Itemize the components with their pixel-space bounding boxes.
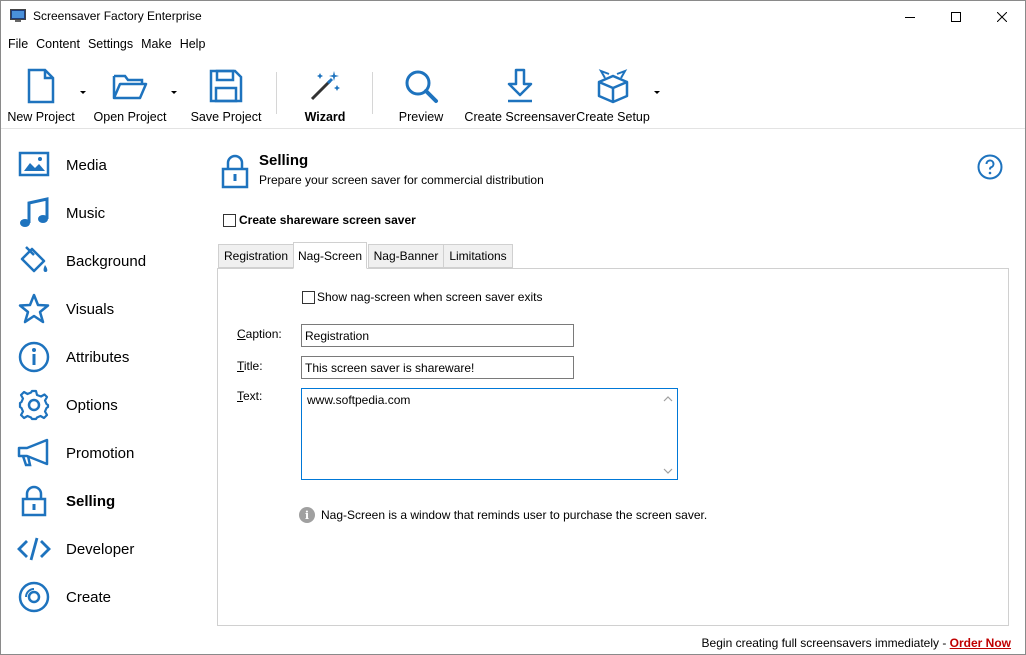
minimize-button[interactable] bbox=[887, 1, 933, 32]
sidebar-nav: Media Music Background Visuals Attribute… bbox=[1, 129, 206, 629]
preview-button[interactable]: Preview bbox=[398, 66, 444, 128]
open-project-button[interactable]: Open Project bbox=[94, 66, 166, 128]
chevron-down-icon[interactable] bbox=[79, 89, 87, 97]
sidebar-item-options[interactable]: Options bbox=[1, 381, 206, 429]
sidebar-item-media[interactable]: Media bbox=[1, 141, 206, 189]
lock-icon bbox=[17, 484, 51, 518]
menu-help[interactable]: Help bbox=[176, 35, 210, 53]
music-note-icon bbox=[17, 196, 51, 230]
maximize-button[interactable] bbox=[933, 1, 979, 32]
tab-registration[interactable]: Registration bbox=[218, 244, 294, 268]
close-button[interactable] bbox=[979, 1, 1025, 32]
download-arrow-icon bbox=[500, 66, 540, 106]
title-bar[interactable]: Screensaver Factory Enterprise bbox=[1, 1, 1025, 32]
folder-open-icon bbox=[110, 66, 150, 106]
create-setup-button[interactable]: Create Setup bbox=[576, 66, 650, 128]
close-icon bbox=[997, 11, 1007, 22]
info-circle-icon bbox=[17, 340, 51, 374]
window-title: Screensaver Factory Enterprise bbox=[33, 9, 202, 23]
app-icon bbox=[10, 9, 26, 22]
page-subtitle: Prepare your screen saver for commercial… bbox=[259, 173, 544, 187]
sidebar-item-promotion[interactable]: Promotion bbox=[1, 429, 206, 477]
shareware-checkbox-label[interactable]: Create shareware screen saver bbox=[239, 213, 416, 227]
text-label: Text: bbox=[237, 389, 263, 403]
menu-bar: File Content Settings Make Help bbox=[1, 32, 1025, 56]
menu-settings[interactable]: Settings bbox=[84, 35, 137, 53]
save-project-button[interactable]: Save Project bbox=[191, 66, 261, 128]
magic-wand-icon bbox=[305, 66, 345, 106]
caption-label: Caption: bbox=[237, 327, 282, 341]
footer-promo: Begin creating full screensavers immedia… bbox=[701, 636, 1011, 650]
caption-input[interactable]: Registration bbox=[301, 324, 574, 347]
title-input[interactable]: This screen saver is shareware! bbox=[301, 356, 574, 379]
image-icon bbox=[17, 148, 51, 182]
floppy-disk-icon bbox=[206, 66, 246, 106]
minimize-icon bbox=[905, 16, 915, 18]
toolbar-separator bbox=[372, 72, 373, 114]
create-screensaver-button[interactable]: Create Screensaver bbox=[464, 66, 576, 128]
package-box-icon bbox=[593, 66, 633, 106]
sidebar-item-music[interactable]: Music bbox=[1, 189, 206, 237]
show-nag-screen-checkbox[interactable] bbox=[302, 291, 315, 304]
maximize-icon bbox=[951, 11, 961, 22]
title-label: Title: bbox=[237, 359, 263, 373]
sidebar-item-developer[interactable]: Developer bbox=[1, 525, 206, 573]
sidebar-item-background[interactable]: Background bbox=[1, 237, 206, 285]
chevron-down-icon[interactable] bbox=[170, 89, 178, 97]
sidebar-item-attributes[interactable]: Attributes bbox=[1, 333, 206, 381]
tab-nag-banner[interactable]: Nag-Banner bbox=[368, 244, 444, 268]
page-title: Selling bbox=[259, 152, 309, 169]
app-window: Screensaver Factory Enterprise File Cont… bbox=[0, 0, 1026, 655]
info-text: Nag-Screen is a window that reminds user… bbox=[321, 508, 708, 522]
lock-icon bbox=[221, 154, 249, 189]
magnifier-icon bbox=[401, 66, 441, 106]
disc-icon bbox=[17, 580, 51, 614]
sidebar-item-visuals[interactable]: Visuals bbox=[1, 285, 206, 333]
text-textarea[interactable]: www.softpedia.com bbox=[301, 388, 678, 480]
sidebar-item-create[interactable]: Create bbox=[1, 573, 206, 621]
megaphone-icon bbox=[17, 436, 51, 470]
menu-make[interactable]: Make bbox=[137, 35, 176, 53]
paint-bucket-icon bbox=[17, 244, 51, 278]
menu-file[interactable]: File bbox=[4, 35, 32, 53]
tab-nag-screen[interactable]: Nag-Screen bbox=[293, 242, 367, 269]
code-icon bbox=[17, 532, 51, 566]
info-icon: i bbox=[299, 507, 315, 523]
new-project-button[interactable]: New Project bbox=[7, 66, 75, 128]
new-file-icon bbox=[21, 66, 61, 106]
order-now-link[interactable]: Order Now bbox=[950, 636, 1011, 650]
wizard-button[interactable]: Wizard bbox=[303, 66, 347, 128]
scroll-down-arrow-icon[interactable] bbox=[663, 467, 673, 475]
shareware-checkbox[interactable] bbox=[223, 214, 236, 227]
scroll-up-arrow-icon[interactable] bbox=[663, 395, 673, 403]
chevron-down-icon[interactable] bbox=[653, 89, 661, 97]
help-icon[interactable] bbox=[977, 154, 1003, 180]
star-icon bbox=[17, 292, 51, 326]
toolbar-separator bbox=[276, 72, 277, 114]
toolbar: New Project Open Project Save Project Wi… bbox=[1, 56, 1025, 129]
gear-icon bbox=[17, 388, 51, 422]
menu-content[interactable]: Content bbox=[32, 35, 84, 53]
show-nag-screen-label[interactable]: Show nag-screen when screen saver exits bbox=[317, 290, 542, 304]
sidebar-item-selling[interactable]: Selling bbox=[1, 477, 206, 525]
tab-limitations[interactable]: Limitations bbox=[443, 244, 513, 268]
